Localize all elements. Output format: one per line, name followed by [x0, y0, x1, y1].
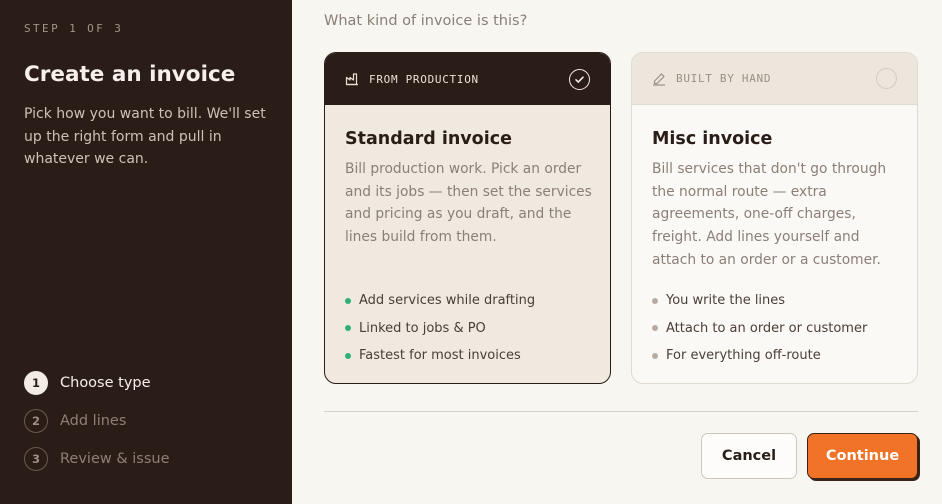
main-panel: What kind of invoice is this? FROM PRODU… — [292, 0, 942, 504]
step-indicator: STEP 1 OF 3 — [24, 22, 124, 35]
card-header: BUILT BY HAND — [632, 53, 917, 105]
list-item: Add services while drafting — [345, 287, 535, 315]
radio-checked-icon[interactable] — [569, 68, 590, 90]
list-item: Attach to an order or customer — [652, 315, 867, 343]
list-item: You write the lines — [652, 287, 867, 315]
divider — [324, 411, 918, 412]
card-header: FROM PRODUCTION — [325, 53, 610, 105]
bullet-dot-icon — [652, 325, 658, 332]
misc-invoice-card[interactable]: BUILT BY HAND Misc invoice Bill services… — [631, 52, 918, 384]
factory-icon — [345, 72, 359, 86]
card-description: Bill services that don't go through the … — [652, 161, 887, 268]
radio-unchecked-icon[interactable] — [876, 68, 897, 89]
feature-list: Add services while drafting Linked to jo… — [345, 287, 535, 370]
list-item: For everything off-route — [652, 342, 867, 370]
step-number: 3 — [24, 447, 48, 471]
step-label: Add lines — [60, 413, 127, 429]
step-add-lines: 2 Add lines — [24, 409, 170, 433]
standard-invoice-card[interactable]: FROM PRODUCTION Standard invoice Bill pr… — [324, 52, 611, 384]
bullet-dot-icon — [652, 352, 658, 359]
stepper: 1 Choose type 2 Add lines 3 Review & iss… — [24, 371, 170, 485]
step-label: Choose type — [60, 375, 151, 391]
question-heading: What kind of invoice is this? — [324, 13, 528, 29]
card-tag: BUILT BY HAND — [676, 72, 772, 85]
sidebar-description: Pick how you want to bill. We'll set up … — [24, 106, 266, 168]
list-item: Fastest for most invoices — [345, 342, 535, 370]
bullet-dot-icon — [345, 297, 351, 304]
sidebar: STEP 1 OF 3 Create an invoice Pick how y… — [0, 0, 292, 504]
bullet-dot-icon — [345, 352, 351, 359]
step-choose-type: 1 Choose type — [24, 371, 170, 395]
card-description: Bill production work. Pick an order and … — [345, 161, 592, 246]
step-label: Review & issue — [60, 451, 170, 467]
card-tag: FROM PRODUCTION — [369, 72, 479, 86]
bullet-dot-icon — [345, 325, 351, 332]
card-title: Misc invoice — [652, 129, 773, 149]
pencil-icon — [652, 72, 666, 86]
step-number: 1 — [24, 371, 48, 395]
card-title: Standard invoice — [345, 129, 512, 149]
step-review-issue: 3 Review & issue — [24, 447, 170, 471]
list-item: Linked to jobs & PO — [345, 315, 535, 343]
page-title: Create an invoice — [24, 62, 236, 87]
feature-list: You write the lines Attach to an order o… — [652, 287, 867, 370]
step-number: 2 — [24, 409, 48, 433]
bullet-dot-icon — [652, 297, 658, 304]
continue-button[interactable]: Continue — [807, 433, 918, 479]
cancel-button[interactable]: Cancel — [701, 433, 797, 479]
